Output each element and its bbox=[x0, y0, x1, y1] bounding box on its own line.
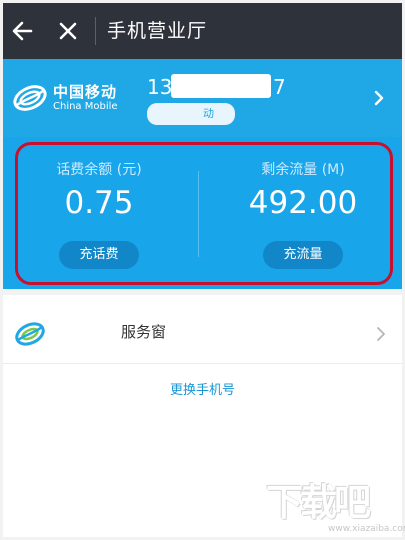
app-screen: 手机营业厅 中国移动 China Mobile 13 7 动 话费余额 (元) … bbox=[3, 3, 402, 537]
service-window-item[interactable]: 服务窗 bbox=[121, 321, 166, 342]
nav-divider bbox=[95, 17, 96, 45]
brand-name-cn: 中国移动 bbox=[53, 83, 118, 101]
phone-prefix: 13 bbox=[147, 75, 173, 99]
highlight-annotation bbox=[15, 142, 393, 285]
close-icon[interactable] bbox=[55, 17, 81, 45]
account-subtitle: 动 bbox=[147, 103, 235, 125]
balance-panel: 话费余额 (元) 0.75 充话费 剩余流量 (M) 492.00 充流量 bbox=[3, 137, 402, 289]
china-mobile-logo bbox=[15, 322, 45, 346]
phone-redaction bbox=[171, 74, 271, 98]
arrow-left-icon[interactable] bbox=[9, 17, 37, 45]
watermark-url: www.xiazaiba.com bbox=[328, 524, 405, 534]
page-title: 手机营业厅 bbox=[107, 20, 208, 42]
phone-suffix: 7 bbox=[273, 75, 286, 99]
china-mobile-logo bbox=[13, 85, 47, 111]
brand-name-en: China Mobile bbox=[53, 101, 118, 112]
chevron-right-icon[interactable] bbox=[372, 89, 386, 107]
navigation-bar: 手机营业厅 bbox=[3, 3, 402, 59]
divider bbox=[3, 363, 402, 364]
account-card[interactable]: 中国移动 China Mobile 13 7 动 bbox=[3, 59, 402, 137]
chevron-right-icon[interactable] bbox=[376, 326, 386, 342]
watermark: 下载吧 www.xiazaiba.com bbox=[256, 470, 405, 538]
watermark-text: 下载吧 bbox=[266, 481, 371, 524]
change-phone-link[interactable]: 更换手机号 bbox=[3, 379, 402, 398]
